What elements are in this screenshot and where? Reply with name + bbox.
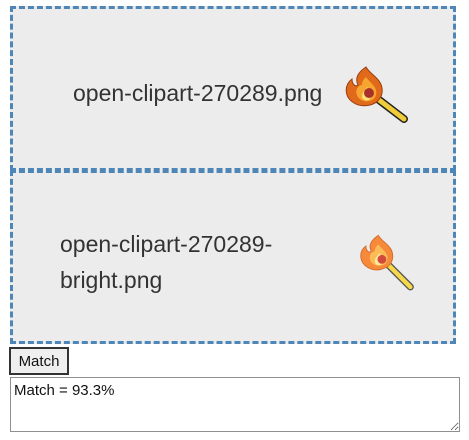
burning-match-icon [340, 63, 412, 132]
image-dropzone-2[interactable]: open-clipart-270289-bright.png [10, 170, 456, 344]
image-filename: open-clipart-270289.png [73, 80, 323, 106]
match-result-textarea[interactable]: Match = 93.3% [10, 377, 460, 432]
match-button[interactable]: Match [9, 347, 69, 375]
image-dropzone-1[interactable]: open-clipart-270289.png [10, 6, 456, 171]
image-filename: open-clipart-270289-bright.png [60, 231, 273, 293]
burning-match-bright-icon [357, 230, 421, 299]
